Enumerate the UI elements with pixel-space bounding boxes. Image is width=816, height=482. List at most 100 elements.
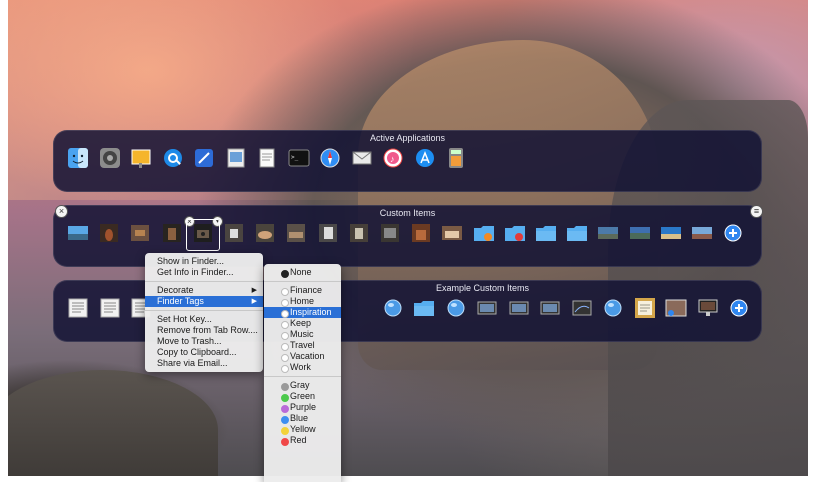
cello-photo-icon[interactable] xyxy=(98,222,120,244)
menu-item-remove-from-tab-row[interactable]: Remove from Tab Row.... xyxy=(145,325,263,336)
xcode-icon[interactable] xyxy=(193,147,215,169)
submenu-arrow-icon: ▶ xyxy=(251,298,257,305)
menu-item-get-info-in-finder[interactable]: Get Info in Finder... xyxy=(145,267,263,278)
menu-item-label: Share via Email... xyxy=(157,358,228,368)
city-photo-icon[interactable] xyxy=(597,222,619,244)
desktop-photo-icon[interactable] xyxy=(67,222,89,244)
menu-item-label: Home xyxy=(290,296,315,306)
document-icon[interactable] xyxy=(67,297,89,319)
menu-separator xyxy=(264,281,341,282)
menu-item-label: Purple xyxy=(290,402,317,412)
menu-item-decorate[interactable]: Decorate ▶ xyxy=(145,285,263,296)
tin-photo-icon[interactable] xyxy=(348,222,370,244)
red-folder-icon[interactable] xyxy=(504,222,526,244)
tag-item-none[interactable]: None xyxy=(264,267,341,278)
bookmark-icon[interactable] xyxy=(571,297,593,319)
blue-folder-icon[interactable] xyxy=(413,297,435,319)
preview-icon[interactable] xyxy=(225,147,247,169)
menu-item-label: Work xyxy=(290,362,311,372)
quicktime-icon[interactable] xyxy=(162,147,184,169)
tag-item-home[interactable]: Home xyxy=(264,296,341,307)
tag-item-finance[interactable]: Finance xyxy=(264,285,341,296)
bowl-photo-icon[interactable] xyxy=(254,222,276,244)
tag-item-gray[interactable]: Gray xyxy=(264,380,341,391)
menu-item-label: Inspiration xyxy=(290,307,332,317)
system-preferences-icon[interactable] xyxy=(99,147,121,169)
tag-color-dot xyxy=(281,310,289,318)
tag-color-dot xyxy=(281,343,289,351)
document-icon[interactable] xyxy=(99,297,121,319)
fire-photo-icon[interactable] xyxy=(410,222,432,244)
screenshot-icon[interactable] xyxy=(539,297,561,319)
textedit-icon[interactable] xyxy=(256,147,278,169)
landscape-photo-icon[interactable] xyxy=(629,222,651,244)
keynote-icon[interactable] xyxy=(130,147,152,169)
globe-icon[interactable] xyxy=(445,297,467,319)
monitor-icon[interactable] xyxy=(697,297,719,319)
screenshot-icon[interactable] xyxy=(476,297,498,319)
menu-item-move-to-trash[interactable]: Move to Trash... xyxy=(145,336,263,347)
tag-color-dot xyxy=(281,299,289,307)
options-icon[interactable]: ≡ xyxy=(750,205,763,218)
tag-color-dot xyxy=(281,438,289,446)
chair-photo-icon[interactable] xyxy=(161,222,183,244)
calculator-icon[interactable] xyxy=(445,147,467,169)
close-icon[interactable]: × xyxy=(55,205,68,218)
tag-color-dot xyxy=(281,365,289,373)
blue-folder-icon[interactable] xyxy=(535,222,557,244)
tag-item-yellow[interactable]: Yellow xyxy=(264,424,341,435)
menu-item-label: Gray xyxy=(290,380,310,390)
menu-separator xyxy=(145,281,263,282)
menu-item-label: Remove from Tab Row.... xyxy=(157,325,258,335)
safari-icon[interactable] xyxy=(319,147,341,169)
cake-photo-icon[interactable] xyxy=(441,222,463,244)
add-icon[interactable] xyxy=(722,222,744,244)
notes-icon[interactable] xyxy=(634,297,656,319)
folder-icon[interactable] xyxy=(566,222,588,244)
tag-item-green[interactable]: Green xyxy=(264,391,341,402)
photo-icon[interactable] xyxy=(665,297,687,319)
menu-item-label: Music xyxy=(290,329,314,339)
tag-item-purple[interactable]: Purple xyxy=(264,402,341,413)
terminal-icon[interactable]: >_ xyxy=(288,147,310,169)
beach-photo-icon[interactable] xyxy=(660,222,682,244)
harbor-photo-icon[interactable] xyxy=(691,222,713,244)
cup-photo-icon[interactable] xyxy=(223,222,245,244)
menu-item-set-hot-key[interactable]: Set Hot Key... xyxy=(145,314,263,325)
app-store-icon[interactable] xyxy=(414,147,436,169)
wood-photo-icon[interactable] xyxy=(129,222,151,244)
finder-tags-submenu: None Finance Home Inspiration Keep Music Trave… xyxy=(264,264,341,482)
tag-item-travel[interactable]: Travel xyxy=(264,340,341,351)
add-icon[interactable] xyxy=(728,297,750,319)
menu-item-show-in-finder[interactable]: Show in Finder... xyxy=(145,256,263,267)
tag-color-dot xyxy=(281,270,289,278)
menu-item-share-via-email[interactable]: Share via Email... xyxy=(145,358,263,369)
menu-item-label: Copy to Clipboard... xyxy=(157,347,237,357)
tag-color-dot xyxy=(281,427,289,435)
menu-item-copy-to-clipboard[interactable]: Copy to Clipboard... xyxy=(145,347,263,358)
itunes-icon[interactable]: ♪ xyxy=(382,147,404,169)
tag-item-music[interactable]: Music xyxy=(264,329,341,340)
menu-item-finder-tags[interactable]: Finder Tags ▶ xyxy=(145,296,263,307)
tag-item-inspiration[interactable]: Inspiration xyxy=(264,307,341,318)
menu-item-label: Decorate xyxy=(157,285,194,295)
menu-separator xyxy=(145,310,263,311)
globe-icon[interactable] xyxy=(602,297,624,319)
tag-item-vacation[interactable]: Vacation xyxy=(264,351,341,362)
box-photo-icon[interactable] xyxy=(317,222,339,244)
mail-icon[interactable] xyxy=(351,147,373,169)
table-photo-icon[interactable] xyxy=(285,222,307,244)
screenshot-icon[interactable] xyxy=(508,297,530,319)
tag-item-work[interactable]: Work xyxy=(264,362,341,373)
context-menu: Show in Finder... Get Info in Finder... De… xyxy=(145,253,263,372)
orange-folder-icon[interactable] xyxy=(473,222,495,244)
globe-icon[interactable] xyxy=(382,297,404,319)
menu-item-label: Yellow xyxy=(290,424,316,434)
tv-photo-icon[interactable] xyxy=(379,222,401,244)
tag-color-dot xyxy=(281,383,289,391)
panel-title: Custom Items xyxy=(379,208,436,218)
tag-item-keep[interactable]: Keep xyxy=(264,318,341,329)
tag-item-blue[interactable]: Blue xyxy=(264,413,341,424)
finder-icon[interactable] xyxy=(67,147,89,169)
tag-item-red[interactable]: Red xyxy=(264,435,341,446)
